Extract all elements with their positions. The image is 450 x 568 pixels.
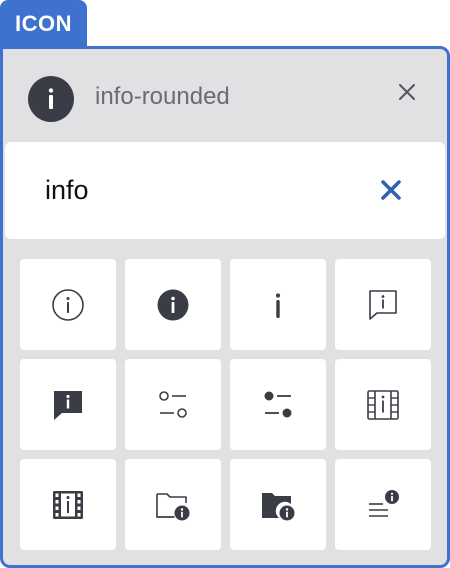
selected-icon-name: info-rounded xyxy=(95,83,230,110)
info-chat-filled-icon[interactable] xyxy=(20,359,116,450)
close-icon[interactable] xyxy=(396,81,418,103)
info-filled-icon[interactable] xyxy=(125,259,221,350)
toggle-options-filled-icon[interactable] xyxy=(230,359,326,450)
film-info-filled-icon[interactable] xyxy=(20,459,116,550)
folder-info-filled-icon[interactable] xyxy=(230,459,326,550)
info-filled-icon xyxy=(28,76,74,122)
list-info-icon[interactable] xyxy=(335,459,431,550)
film-info-outline-icon[interactable] xyxy=(335,359,431,450)
icon-picker-panel: info-rounded xyxy=(0,46,450,568)
info-i-icon[interactable] xyxy=(230,259,326,350)
selected-icon-header: info-rounded xyxy=(3,49,447,142)
search-input[interactable] xyxy=(45,170,345,210)
toggle-options-outline-icon[interactable] xyxy=(125,359,221,450)
icon-tab-label: ICON xyxy=(15,11,72,36)
icon-results-grid xyxy=(20,259,434,551)
folder-info-outline-icon[interactable] xyxy=(125,459,221,550)
icon-tab: ICON xyxy=(0,0,87,46)
info-chat-outline-icon[interactable] xyxy=(335,259,431,350)
search-box xyxy=(5,142,445,239)
info-outline-icon[interactable] xyxy=(20,259,116,350)
clear-x-icon[interactable] xyxy=(377,176,405,204)
